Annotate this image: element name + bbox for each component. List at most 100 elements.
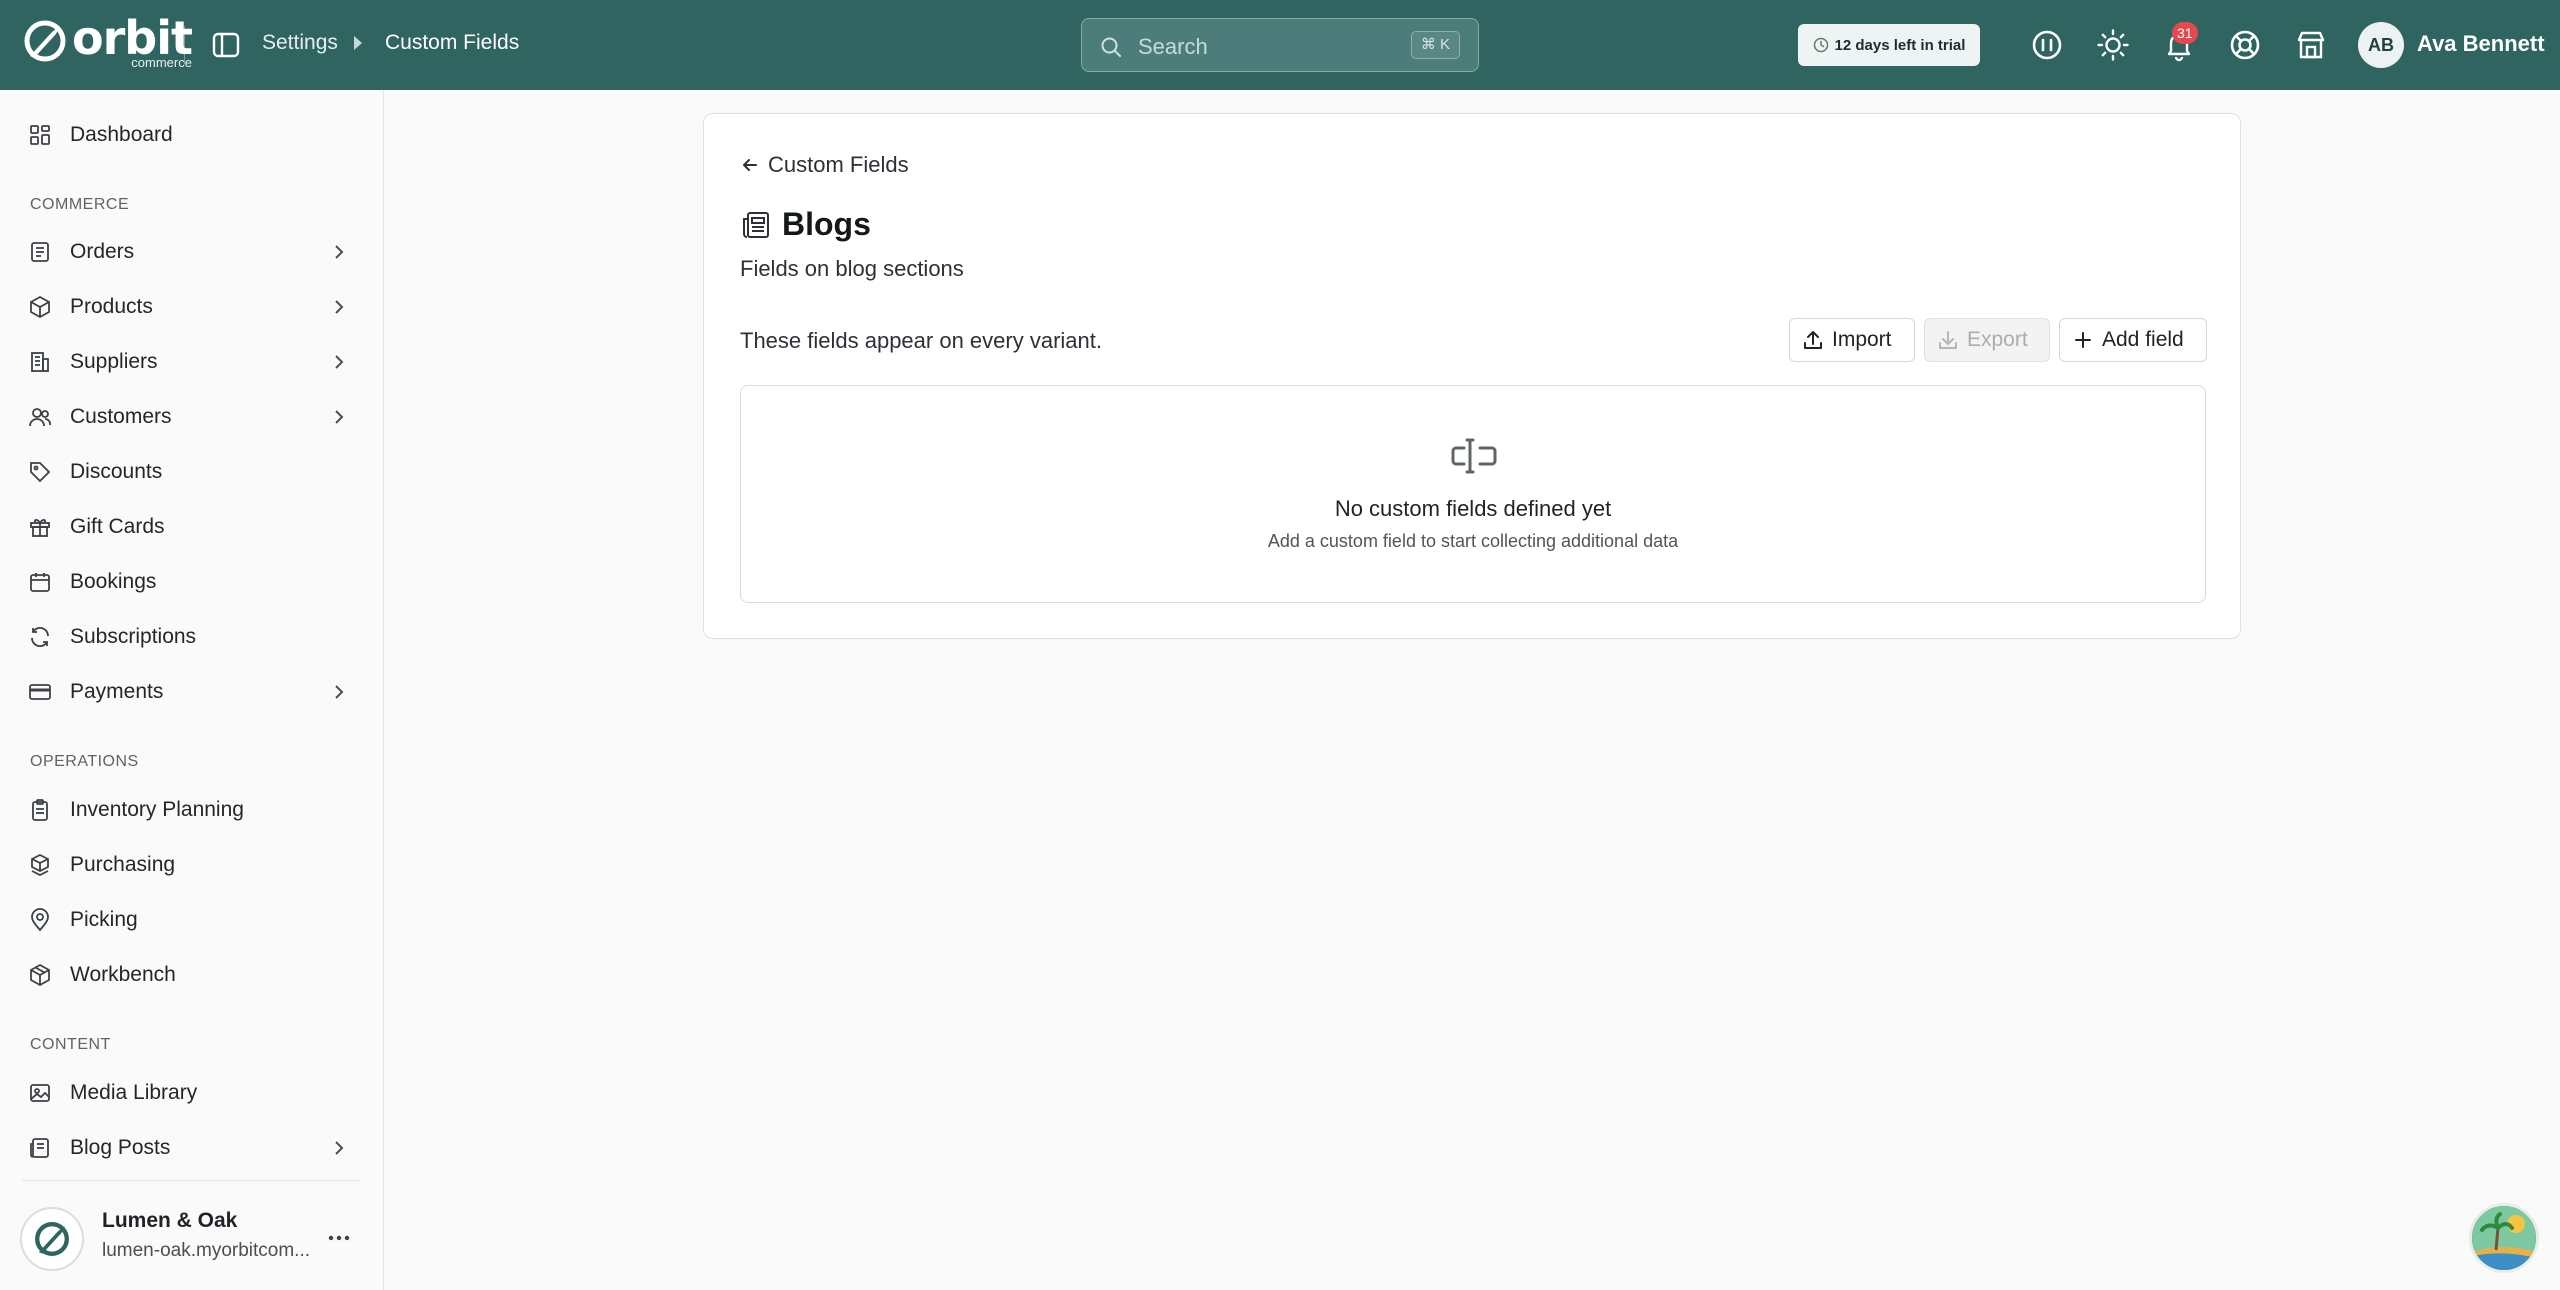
- fields-note: These fields appear on every variant.: [740, 328, 1102, 353]
- back-link[interactable]: Custom Fields: [740, 152, 909, 178]
- breadcrumb-settings[interactable]: Settings: [262, 31, 338, 55]
- sidebar-item-discounts[interactable]: Discounts: [22, 450, 362, 494]
- users-icon: [29, 408, 51, 427]
- image-icon: [30, 1084, 50, 1102]
- download-icon: [1939, 331, 1957, 349]
- sidebar-item-label: Blog Posts: [70, 1136, 171, 1159]
- sidebar-item-subscriptions[interactable]: Subscriptions: [22, 615, 362, 659]
- user-avatar[interactable]: AB: [2358, 22, 2404, 68]
- page-header: Blogs: [740, 206, 871, 243]
- sidebar-item-payments[interactable]: Payments: [22, 670, 362, 714]
- chevron-right-icon: [335, 1141, 344, 1155]
- logo-sub: commerce: [131, 55, 192, 70]
- sidebar-item-media-library[interactable]: Media Library: [22, 1071, 362, 1115]
- chevron-right-icon: [335, 410, 344, 424]
- sidebar-item-bookings[interactable]: Bookings: [22, 560, 362, 604]
- help-ring-icon[interactable]: [2228, 28, 2262, 62]
- sidebar-item-inventory-planning[interactable]: Inventory Planning: [22, 788, 362, 832]
- sidebar-item-orders[interactable]: Orders: [22, 230, 362, 274]
- chevron-right-icon: [335, 245, 344, 259]
- export-button[interactable]: Export: [1924, 318, 2050, 362]
- sidebar-item-label: Orders: [70, 240, 135, 263]
- page-title: Blogs: [782, 206, 871, 242]
- orbit-logo[interactable]: orbit commerce: [22, 11, 193, 70]
- search-shortcut: ⌘ K: [1410, 31, 1460, 59]
- sidebar-item-label: Dashboard: [70, 123, 173, 146]
- store-url: lumen-oak.myorbitcom...: [102, 1240, 311, 1261]
- breadcrumb-separator-icon: [354, 36, 362, 50]
- import-button[interactable]: Import: [1789, 318, 1915, 362]
- sidebar-item-label: Media Library: [70, 1081, 198, 1104]
- sidebar-item-label: Suppliers: [70, 350, 158, 373]
- sun-icon[interactable]: [2096, 28, 2130, 62]
- store-switcher[interactable]: Lumen & Oak lumen-oak.myorbitcom...: [20, 1203, 368, 1273]
- trial-text: 12 days left in trial: [1834, 36, 1966, 54]
- user-name[interactable]: Ava Bennett: [2417, 31, 2545, 57]
- export-button-label: Export: [1967, 328, 2028, 351]
- feedback-icon[interactable]: [2030, 28, 2064, 62]
- store-avatar: [20, 1207, 84, 1271]
- top-bar: orbit commerce Settings Custom Fields Se…: [0, 0, 2560, 90]
- chevron-right-icon: [335, 685, 344, 699]
- orbit-logo-icon: [24, 20, 66, 62]
- orbit-store-logo-icon: [35, 1222, 69, 1256]
- add-field-button-label: Add field: [2102, 328, 2184, 351]
- box-icon: [30, 295, 50, 319]
- map-pin-icon: [31, 908, 49, 932]
- sidebar: Dashboard COMMERCE Orders Products Suppl…: [0, 90, 384, 1290]
- gift-icon: [30, 519, 50, 537]
- logo-word: orbit: [72, 11, 193, 65]
- sidebar-item-purchasing[interactable]: Purchasing: [22, 843, 362, 887]
- sidebar-item-label: Payments: [70, 680, 164, 703]
- notification-badge: 31: [2172, 22, 2198, 44]
- empty-state-description: Add a custom field to start collecting a…: [1267, 531, 1679, 551]
- clock-icon: [1813, 37, 1828, 53]
- more-horizontal-icon[interactable]: [324, 1226, 354, 1250]
- empty-state-title: No custom fields defined yet: [1334, 496, 1612, 521]
- import-button-label: Import: [1832, 328, 1892, 351]
- upload-icon: [1804, 331, 1822, 349]
- plus-icon: [2075, 332, 2091, 348]
- sidebar-item-dashboard[interactable]: Dashboard: [22, 113, 362, 157]
- store-icon[interactable]: [2294, 28, 2328, 62]
- assistant-launcher[interactable]: [2469, 1203, 2539, 1273]
- section-heading-operations: OPERATIONS: [30, 753, 139, 770]
- search-input[interactable]: Search ⌘ K: [1081, 18, 1479, 72]
- sidebar-item-workbench[interactable]: Workbench: [22, 953, 362, 997]
- topbar-divider: [184, 26, 185, 64]
- newspaper-icon: [30, 1138, 49, 1158]
- card-icon: [29, 684, 51, 700]
- clipboard-icon: [32, 799, 48, 821]
- building-icon: [31, 352, 49, 372]
- sidebar-item-blog-posts[interactable]: Blog Posts: [22, 1126, 362, 1170]
- logo-text: orbit commerce: [72, 11, 193, 70]
- sidebar-item-suppliers[interactable]: Suppliers: [22, 340, 362, 384]
- add-field-button[interactable]: Add field: [2059, 318, 2207, 362]
- calendar-icon: [30, 573, 50, 592]
- sidebar-item-products[interactable]: Products: [22, 285, 362, 329]
- newspaper-icon: [743, 211, 769, 238]
- sidebar-item-label: Subscriptions: [70, 625, 197, 648]
- island-avatar-icon: [2472, 1206, 2536, 1270]
- page-subtitle: Fields on blog sections: [740, 256, 964, 281]
- sidebar-item-label: Bookings: [70, 570, 157, 593]
- trial-badge[interactable]: 12 days left in trial: [1798, 24, 1980, 66]
- sidebar-toggle-icon[interactable]: [210, 29, 242, 61]
- chevron-right-icon: [335, 300, 344, 314]
- custom-fields-card: Custom Fields Blogs Fields on blog secti…: [703, 113, 2241, 639]
- text-cursor-input-icon: [1451, 438, 1497, 474]
- sidebar-item-label: Purchasing: [70, 853, 176, 876]
- sidebar-item-label: Picking: [70, 908, 138, 931]
- cube-icon: [30, 963, 50, 987]
- tag-icon: [30, 462, 51, 483]
- arrow-left-icon: [743, 159, 757, 171]
- chevron-right-icon: [335, 355, 344, 369]
- sidebar-item-gift-cards[interactable]: Gift Cards: [22, 505, 362, 549]
- sidebar-item-label: Workbench: [70, 963, 176, 986]
- sidebar-item-picking[interactable]: Picking: [22, 898, 362, 942]
- sidebar-item-customers[interactable]: Customers: [22, 395, 362, 439]
- sidebar-item-label: Customers: [70, 405, 172, 428]
- sidebar-item-label: Discounts: [70, 460, 163, 483]
- empty-state: No custom fields defined yet Add a custo…: [740, 385, 2206, 603]
- search-icon: [1101, 37, 1121, 57]
